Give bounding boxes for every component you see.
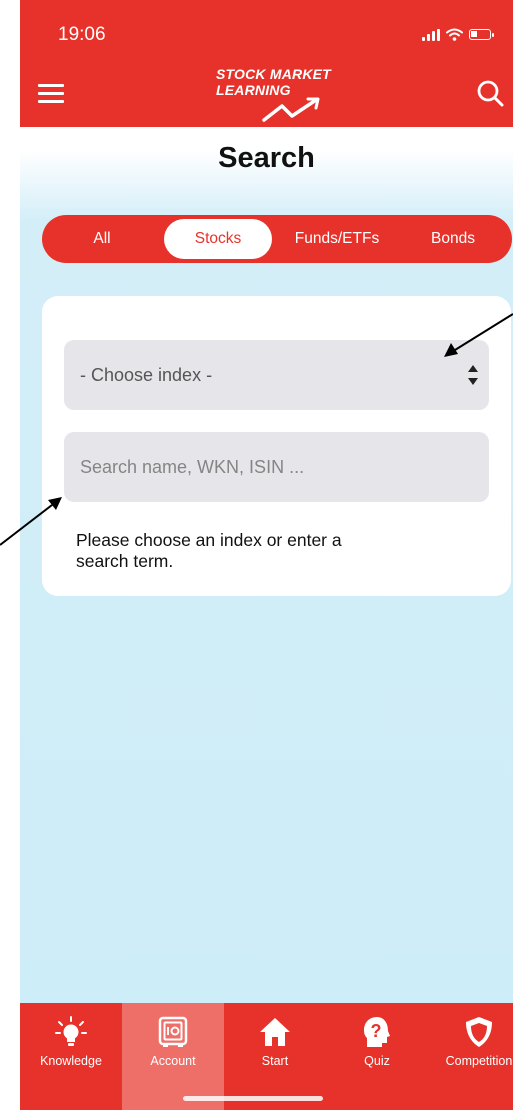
segment-funds-etfs[interactable]: Funds/ETFs	[282, 219, 392, 259]
search-hint: Please choose an index or enter a search…	[76, 530, 342, 571]
lightbulb-icon	[55, 1016, 87, 1046]
app-screen: 19:06 STOCK MARKET LEARNING Search All S…	[20, 0, 513, 1110]
search-icon	[477, 80, 504, 107]
shield-icon	[466, 1017, 492, 1047]
menu-button[interactable]	[38, 84, 64, 104]
segment-stocks[interactable]: Stocks	[164, 219, 272, 259]
search-input[interactable]	[64, 432, 489, 502]
battery-icon	[469, 29, 494, 40]
wifi-icon	[446, 28, 463, 41]
index-select-value: - Choose index -	[80, 365, 213, 385]
tab-competition-label: Competition	[445, 1054, 513, 1068]
page-title: Search	[218, 142, 315, 174]
select-arrows-icon	[468, 365, 478, 385]
home-icon	[260, 1018, 290, 1046]
tab-competition[interactable]: Competition	[428, 1003, 513, 1110]
bottom-tab-bar: Knowledge Account Start ? Quiz Competiti…	[20, 1003, 513, 1110]
index-select[interactable]: - Choose index -	[64, 340, 489, 410]
tab-start[interactable]: Start	[224, 1003, 326, 1110]
status-icons	[422, 28, 494, 41]
tab-quiz[interactable]: ? Quiz	[326, 1003, 428, 1110]
search-card: - Choose index - Please choose an index …	[42, 296, 511, 596]
status-time: 19:06	[58, 24, 106, 45]
segment-all[interactable]: All	[52, 219, 152, 259]
signal-icon	[422, 28, 440, 41]
logo-line1: STOCK MARKET	[216, 66, 331, 82]
tab-knowledge[interactable]: Knowledge	[20, 1003, 122, 1110]
category-segmented-control: All Stocks Funds/ETFs Bonds	[42, 215, 512, 263]
app-logo[interactable]: STOCK MARKET LEARNING	[216, 66, 346, 126]
question-head-icon: ?	[364, 1017, 390, 1047]
segment-bonds[interactable]: Bonds	[404, 219, 502, 259]
chart-arrow-icon	[262, 97, 320, 122]
tab-account[interactable]: Account	[122, 1003, 224, 1110]
safe-icon	[158, 1016, 188, 1047]
search-button[interactable]	[475, 78, 505, 108]
svg-text:?: ?	[371, 1021, 382, 1041]
app-header: 19:06 STOCK MARKET LEARNING	[20, 0, 513, 127]
home-indicator	[183, 1096, 323, 1101]
